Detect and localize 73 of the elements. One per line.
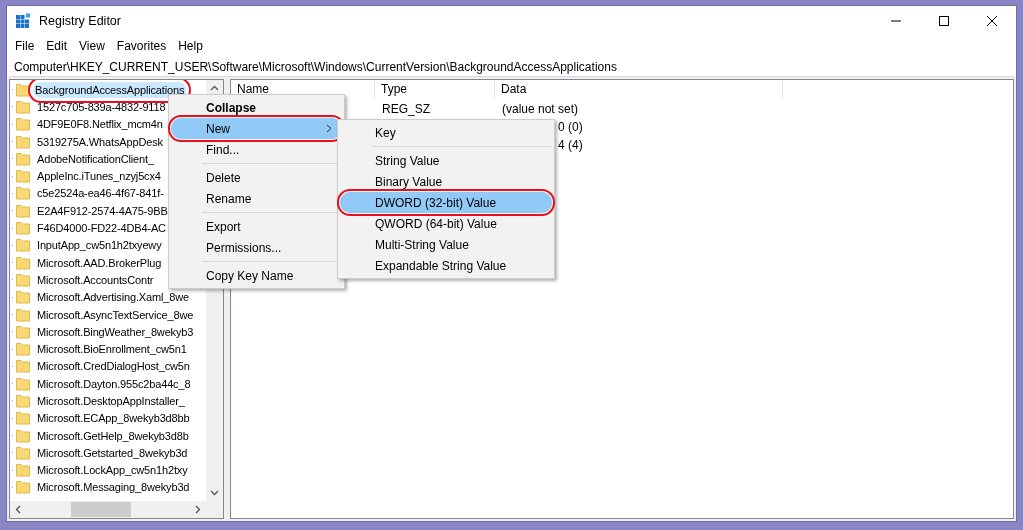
folder-icon <box>16 324 30 339</box>
window-title: Registry Editor <box>39 14 122 28</box>
tree-item[interactable]: Microsoft.AccountsContr <box>35 271 156 288</box>
close-icon <box>987 16 997 26</box>
folder-icon <box>16 290 30 305</box>
folder-icon <box>16 99 30 114</box>
menu-bar-item[interactable]: Help <box>172 39 209 53</box>
tree-item[interactable]: Microsoft.ECApp_8wekyb3d8bb <box>35 410 192 427</box>
column-header[interactable]: Type <box>375 80 495 100</box>
folder-icon <box>16 342 30 357</box>
tree-item[interactable]: AppleInc.iTunes_nzyj5cx4 <box>35 168 163 185</box>
maximize-icon <box>939 16 949 26</box>
folder-icon <box>16 480 30 495</box>
menu-item[interactable]: QWORD (64-bit) Value <box>340 213 552 234</box>
folder-icon <box>16 445 30 460</box>
menu-bar-item[interactable]: View <box>73 39 111 53</box>
tree-item[interactable]: AdobeNotificationClient_ <box>35 150 156 167</box>
menu-item[interactable]: New <box>171 118 342 139</box>
tree-item[interactable]: Microsoft.LockApp_cw5n1h2txy <box>35 462 190 479</box>
tree-item[interactable]: F46D4000-FD22-4DB4-AC <box>35 220 168 236</box>
folder-icon <box>16 134 30 149</box>
tree-item[interactable]: 5319275A.WhatsAppDesk <box>35 133 165 150</box>
tree-item[interactable]: 4DF9E0F8.Netflix_mcm4n <box>35 116 165 133</box>
folder-icon <box>16 307 30 322</box>
folder-icon <box>16 272 30 287</box>
folder-icon <box>16 463 30 478</box>
tree-item[interactable]: Microsoft.BingWeather_8wekyb3 <box>35 323 196 340</box>
table-cell-text: 0 (0) <box>557 119 584 136</box>
menu-item[interactable]: Expandable String Value <box>340 255 552 276</box>
folder-icon <box>16 151 30 166</box>
folder-icon <box>16 428 30 443</box>
folder-icon <box>16 238 30 253</box>
menu-bar-item[interactable]: Edit <box>40 39 74 53</box>
folder-icon <box>16 221 30 235</box>
folder-icon <box>16 82 30 97</box>
tree-item[interactable]: 1527c705-839a-4832-9118 <box>35 98 168 115</box>
menu-item[interactable]: DWORD (32-bit) Value <box>340 192 552 213</box>
menu-bar-item[interactable]: Favorites <box>110 39 173 53</box>
folder-icon <box>16 255 30 270</box>
table-cell-text: (value not set) <box>501 101 580 118</box>
column-header[interactable]: Data <box>495 80 783 100</box>
menu-bar-item[interactable]: File <box>9 39 41 53</box>
tree-item[interactable]: InputApp_cw5n1h2txyewy <box>35 237 164 254</box>
menu-item[interactable]: Multi-String Value <box>340 234 552 255</box>
tree-item[interactable]: Microsoft.BioEnrollment_cw5n1 <box>35 341 189 358</box>
folder-icon <box>16 169 30 184</box>
folder-icon <box>16 376 30 391</box>
folder-icon <box>16 359 30 374</box>
tree-item[interactable]: Microsoft.AAD.BrokerPlug <box>35 254 164 271</box>
tree-item[interactable]: Microsoft.Messaging_8wekyb3d <box>35 479 192 496</box>
folder-icon <box>16 186 30 201</box>
folder-icon <box>16 117 30 132</box>
menu-item[interactable]: Key <box>340 122 552 143</box>
tree-item[interactable]: E2A4F912-2574-4A75-9BB <box>35 202 170 219</box>
folder-icon <box>16 394 30 408</box>
menu-item[interactable]: String Value <box>340 150 552 171</box>
tree-item[interactable]: Microsoft.AsyncTextService_8we <box>35 306 196 323</box>
chevron-right-icon <box>326 124 332 133</box>
menu-item[interactable]: Collapse <box>171 97 342 118</box>
menu-item[interactable]: Binary Value <box>340 171 552 192</box>
tree-item[interactable]: Microsoft.DesktopAppInstaller_ <box>35 393 187 409</box>
tree-item[interactable]: c5e2524a-ea46-4f67-841f- <box>35 185 166 202</box>
tree-item[interactable]: Microsoft.GetHelp_8wekyb3d8b <box>35 427 191 444</box>
tree-item[interactable]: Microsoft.Getstarted_8wekyb3d <box>35 444 190 461</box>
tree-item[interactable]: Microsoft.CredDialogHost_cw5n <box>35 358 192 375</box>
registry-cubes-icon <box>15 13 31 29</box>
table-cell-text: 4 (4) <box>557 137 584 154</box>
folder-icon <box>16 203 30 218</box>
tree-item[interactable]: Microsoft.Dayton.955c2ba44c_8 <box>35 375 193 392</box>
scrollbar-thumb[interactable] <box>71 502 131 517</box>
tree-item[interactable]: Microsoft.Advertising.Xaml_8we <box>35 289 191 306</box>
folder-icon <box>16 411 30 426</box>
table-cell-text: REG_SZ <box>381 101 431 118</box>
